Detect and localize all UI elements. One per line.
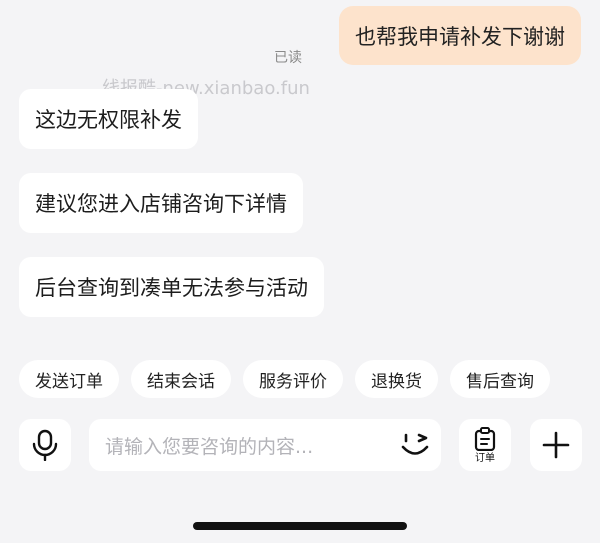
incoming-message-text: 后台查询到凑单无法参与活动 — [35, 276, 308, 300]
quick-actions-bar: 发送订单 结束会话 服务评价 退换货 售后查询 — [19, 360, 550, 398]
plus-icon — [542, 431, 570, 459]
incoming-message: 后台查询到凑单无法参与活动 — [19, 257, 324, 317]
input-bar: 请输入您要咨询的内容... 订单 — [0, 419, 600, 471]
incoming-message: 建议您进入店铺咨询下详情 — [19, 173, 303, 233]
clipboard-order-icon — [474, 426, 496, 451]
quick-action-send-order[interactable]: 发送订单 — [19, 360, 119, 398]
order-button-label: 订单 — [475, 452, 495, 464]
voice-input-button[interactable] — [19, 419, 71, 471]
incoming-message-text: 这边无权限补发 — [35, 108, 182, 132]
quick-action-after-sales[interactable]: 售后查询 — [450, 360, 550, 398]
home-indicator[interactable] — [193, 522, 407, 530]
quick-action-return-exchange[interactable]: 退换货 — [355, 360, 438, 398]
incoming-message: 这边无权限补发 — [19, 89, 198, 149]
quick-action-end-session[interactable]: 结束会话 — [131, 360, 231, 398]
outgoing-message-text: 也帮我申请补发下谢谢 — [355, 24, 565, 49]
emoji-button[interactable] — [399, 430, 431, 464]
incoming-message-text: 建议您进入店铺咨询下详情 — [35, 192, 287, 216]
microphone-icon — [32, 429, 58, 461]
more-button[interactable] — [530, 419, 582, 471]
message-input[interactable]: 请输入您要咨询的内容... — [89, 419, 441, 471]
order-button[interactable]: 订单 — [459, 419, 511, 471]
outgoing-message: 也帮我申请补发下谢谢 — [339, 6, 581, 65]
read-status: 已读 — [274, 50, 302, 66]
message-input-placeholder: 请输入您要咨询的内容... — [105, 435, 314, 458]
quick-action-rate-service[interactable]: 服务评价 — [243, 360, 343, 398]
wink-emoji-icon — [401, 433, 429, 455]
